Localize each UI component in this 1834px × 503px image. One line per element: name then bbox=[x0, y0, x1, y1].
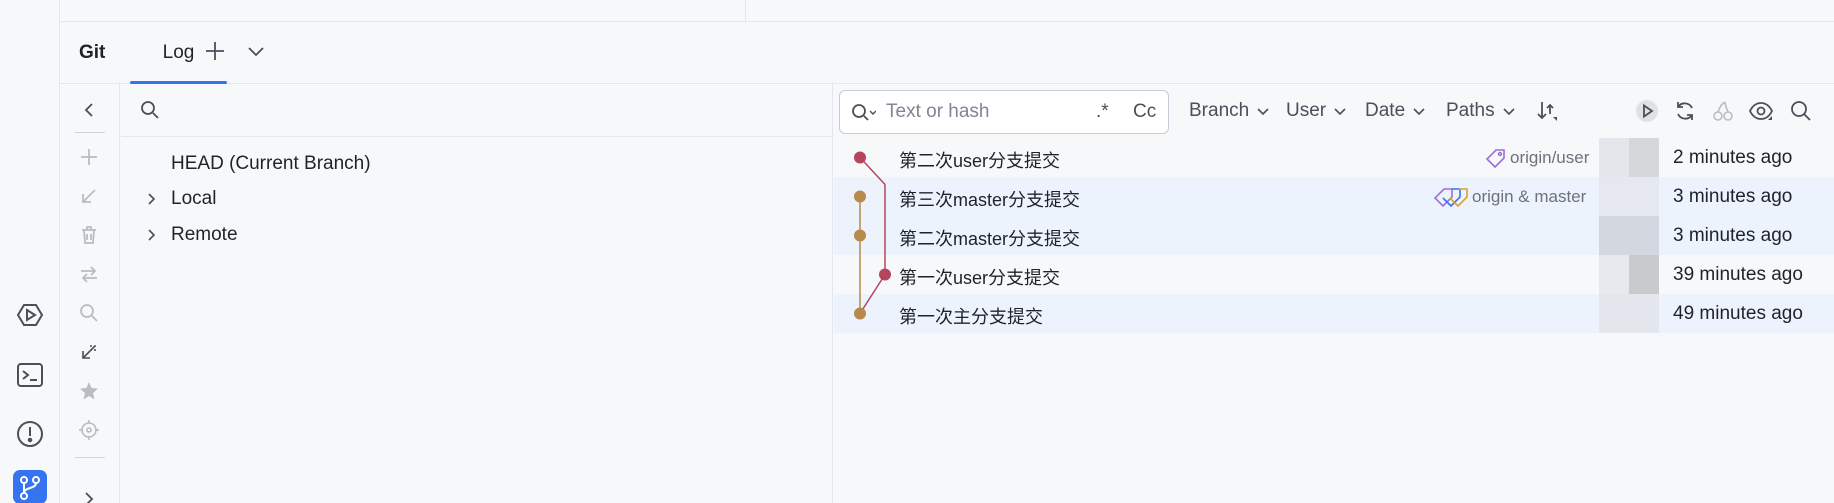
commit-subject: 第一次user分支提交 bbox=[899, 268, 1061, 288]
text-or-hash-search[interactable]: .* Cc bbox=[839, 90, 1169, 134]
author-avatar bbox=[1599, 177, 1659, 216]
sort-icon[interactable] bbox=[1534, 98, 1560, 124]
git-tool-window: Git Log HEAD (Current Branch) Local Remo… bbox=[0, 0, 1834, 503]
commit-subject: 第二次master分支提交 bbox=[899, 229, 1081, 249]
commit-row[interactable]: 第一次user分支提交 39 minutes ago bbox=[834, 255, 1834, 294]
collapse-panel-icon[interactable] bbox=[76, 97, 102, 123]
search-icon[interactable] bbox=[76, 300, 102, 326]
regex-toggle[interactable]: .* bbox=[1096, 101, 1109, 123]
search-icon[interactable] bbox=[1788, 98, 1814, 124]
commit-date: 49 minutes ago bbox=[1673, 303, 1803, 324]
chevron-down-icon bbox=[1503, 108, 1515, 116]
tree-item-label: Local bbox=[171, 188, 217, 209]
chevron-down-icon bbox=[1257, 108, 1269, 116]
delete-icon[interactable] bbox=[76, 222, 102, 248]
commit-row[interactable]: 第二次master分支提交 3 minutes ago bbox=[834, 216, 1834, 255]
update-selected-icon[interactable] bbox=[76, 183, 102, 209]
author-avatar bbox=[1599, 255, 1659, 294]
chevron-right-icon[interactable] bbox=[143, 227, 159, 243]
commit-row[interactable]: 第一次主分支提交 49 minutes ago bbox=[834, 294, 1834, 333]
search-history-icon[interactable] bbox=[850, 102, 876, 124]
match-case-toggle[interactable]: Cc bbox=[1133, 101, 1156, 123]
activity-bar bbox=[0, 0, 60, 503]
tree-item-label: Remote bbox=[171, 224, 238, 245]
play-icon[interactable] bbox=[1634, 98, 1660, 124]
search-icon bbox=[141, 101, 159, 119]
cherry-pick-icon[interactable] bbox=[1710, 98, 1736, 124]
author-avatar bbox=[1599, 138, 1659, 177]
paths-filter-label: Paths bbox=[1446, 100, 1495, 121]
toolwindow-header: Git Log bbox=[60, 22, 1834, 84]
commit-date: 2 minutes ago bbox=[1673, 147, 1793, 168]
run-services-icon[interactable] bbox=[13, 298, 47, 332]
commit-date: 3 minutes ago bbox=[1673, 186, 1793, 207]
toolwindow-title: Git bbox=[79, 42, 106, 63]
branch-filter-label: Branch bbox=[1189, 100, 1250, 121]
date-filter[interactable]: Date bbox=[1365, 97, 1426, 125]
user-filter-label: User bbox=[1286, 100, 1327, 121]
chevron-down-icon bbox=[1413, 108, 1425, 116]
commit-date: 39 minutes ago bbox=[1673, 264, 1803, 285]
fetch-icon[interactable] bbox=[76, 339, 102, 365]
chevron-down-icon[interactable] bbox=[243, 38, 269, 64]
chevron-right-icon[interactable] bbox=[76, 486, 102, 503]
commit-date: 3 minutes ago bbox=[1673, 225, 1793, 246]
ref-name: origin/user bbox=[1510, 148, 1590, 167]
author-avatar bbox=[1599, 216, 1659, 255]
ref-label: origin/user bbox=[1486, 148, 1589, 168]
terminal-icon[interactable] bbox=[13, 358, 47, 392]
date-filter-label: Date bbox=[1365, 100, 1406, 121]
tag-icon bbox=[1486, 149, 1505, 168]
git-icon[interactable] bbox=[13, 470, 47, 503]
tree-item-label: HEAD (Current Branch) bbox=[171, 153, 371, 174]
compare-icon[interactable] bbox=[76, 261, 102, 287]
add-tab-icon[interactable] bbox=[202, 38, 228, 64]
commit-row[interactable]: 第二次user分支提交 origin/user 2 minutes ago bbox=[834, 138, 1834, 177]
branch-search-field[interactable] bbox=[121, 84, 832, 137]
ref-label: origin & master bbox=[1434, 187, 1586, 207]
branch-filter[interactable]: Branch bbox=[1189, 97, 1270, 125]
commit-subject: 第二次user分支提交 bbox=[899, 151, 1061, 171]
chevron-right-icon[interactable] bbox=[143, 191, 159, 207]
commit-subject: 第一次主分支提交 bbox=[899, 307, 1043, 327]
user-filter[interactable]: User bbox=[1286, 97, 1347, 125]
commit-row[interactable]: 第三次master分支提交 origin & master 3 minutes … bbox=[834, 177, 1834, 216]
ref-name: origin & master bbox=[1472, 187, 1587, 206]
tags-icon bbox=[1434, 188, 1468, 207]
refresh-icon[interactable] bbox=[1672, 98, 1698, 124]
branches-panel: HEAD (Current Branch) Local Remote bbox=[121, 84, 833, 503]
eye-icon[interactable] bbox=[1748, 98, 1774, 124]
author-avatar bbox=[1599, 294, 1659, 333]
commit-log-panel: .* Cc Branch User Date Paths bbox=[834, 84, 1834, 503]
commit-subject: 第三次master分支提交 bbox=[899, 190, 1081, 210]
hash-search-input[interactable] bbox=[886, 97, 1086, 127]
chevron-down-icon bbox=[1334, 108, 1346, 116]
editor-top-strip bbox=[60, 0, 1834, 22]
paths-filter[interactable]: Paths bbox=[1446, 97, 1516, 125]
new-branch-icon[interactable] bbox=[76, 144, 102, 170]
favorite-star-icon[interactable] bbox=[76, 378, 102, 404]
locate-icon[interactable] bbox=[76, 417, 102, 443]
problems-icon[interactable] bbox=[13, 417, 47, 451]
log-filter-bar: .* Cc Branch User Date Paths bbox=[834, 84, 1834, 138]
branches-toolbar bbox=[60, 84, 120, 503]
